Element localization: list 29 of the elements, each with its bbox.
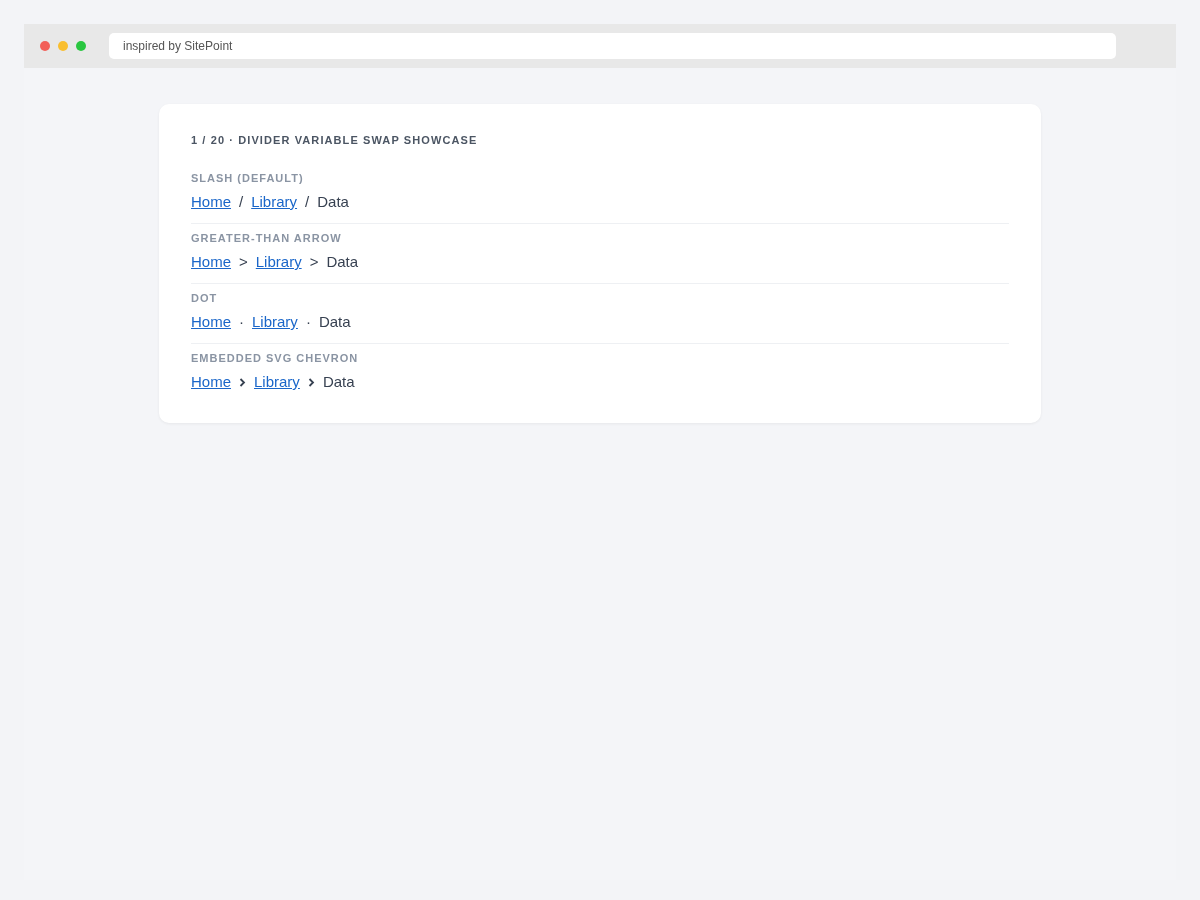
chevron-right-icon <box>307 377 315 387</box>
breadcrumb-separator: / <box>239 192 244 212</box>
section-label: DOT <box>191 292 219 304</box>
address-bar[interactable]: inspired by SitePoint <box>109 33 1116 59</box>
breadcrumb-separator: · <box>305 312 311 332</box>
breadcrumb-separator: > <box>309 252 319 272</box>
breadcrumb-link[interactable]: Library <box>255 252 302 272</box>
breadcrumb-separator: / <box>305 192 310 212</box>
breadcrumb-separator: > <box>239 252 248 272</box>
breadcrumb-link[interactable]: Home <box>191 312 231 332</box>
chevron-right-icon <box>239 377 246 387</box>
breadcrumb-current: Data <box>317 192 349 212</box>
breadcrumb-link[interactable]: Library <box>254 372 300 392</box>
breadcrumb-current: Data <box>322 372 355 392</box>
breadcrumb-link[interactable]: Library <box>252 312 298 332</box>
section-label: SLASH (DEFAULT) <box>191 172 305 184</box>
breadcrumb-current: Data <box>318 312 351 332</box>
breadcrumb-link[interactable]: Home <box>191 252 231 272</box>
maximize-dot-icon[interactable] <box>76 41 86 51</box>
breadcrumb-link[interactable]: Home <box>191 372 231 392</box>
card-title: 1 / 20 · DIVIDER VARIABLE SWAP SHOWCASE <box>191 134 479 146</box>
minimize-dot-icon[interactable] <box>58 41 68 51</box>
close-dot-icon[interactable] <box>40 41 50 51</box>
section-label: EMBEDDED SVG CHEVRON <box>191 352 360 364</box>
breadcrumb-link[interactable]: Library <box>251 192 298 212</box>
breadcrumb-current: Data <box>326 252 359 272</box>
section-label: GREATER-THAN ARROW <box>191 232 343 244</box>
breadcrumb-separator: · <box>239 312 244 332</box>
breadcrumb-link[interactable]: Home <box>191 192 231 212</box>
